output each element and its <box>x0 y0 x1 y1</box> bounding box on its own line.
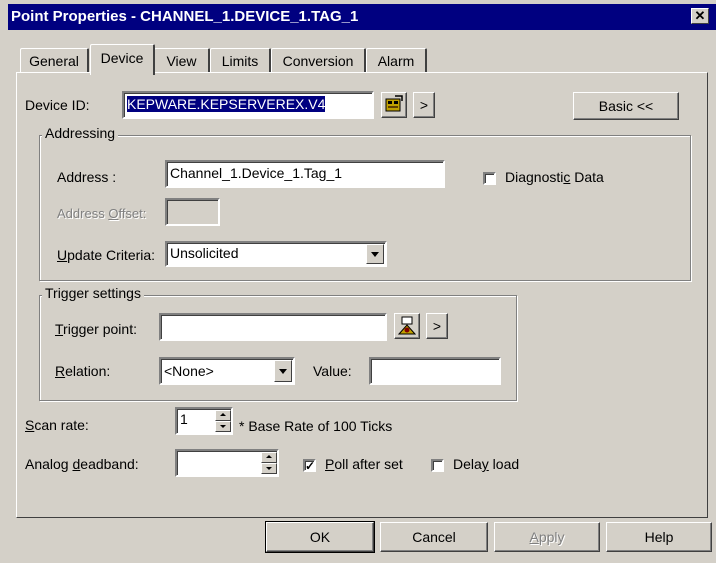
delay-load-checkbox[interactable] <box>431 459 444 472</box>
help-button-label: Help <box>644 529 674 545</box>
update-criteria-value: Unsolicited <box>170 245 239 261</box>
poll-after-set-label: Poll after set <box>325 456 403 472</box>
device-tab-panel: Device ID: KEPWARE.KEPSERVEREX.V4 > Basi… <box>16 72 708 518</box>
arrow-up-icon <box>220 413 226 416</box>
update-criteria-select[interactable]: Unsolicited <box>165 241 387 267</box>
device-more-glyph: > <box>419 97 429 113</box>
update-criteria-label: Update Criteria: <box>57 247 156 263</box>
trigger-browse-button[interactable] <box>394 313 420 339</box>
apply-button-label: Apply <box>529 529 565 545</box>
trigger-more-glyph: > <box>432 318 442 334</box>
checkmark-icon: ✓ <box>305 459 316 473</box>
spin-down-button[interactable] <box>215 421 231 432</box>
device-browse-icon <box>385 95 403 112</box>
arrow-up-icon <box>266 455 272 458</box>
tab-device-label: Device <box>100 50 144 66</box>
relation-value: <None> <box>164 363 214 379</box>
tab-alarm[interactable]: Alarm <box>366 48 427 73</box>
address-label: Address : <box>57 169 117 185</box>
tab-general-label: General <box>29 53 79 69</box>
spin-down-button[interactable] <box>261 463 277 474</box>
address-value: Channel_1.Device_1.Tag_1 <box>170 165 343 181</box>
scan-rate-label: Scan rate: <box>25 417 89 433</box>
analog-deadband-label: Analog deadband: <box>25 456 139 472</box>
window-title: Point Properties - CHANNEL_1.DEVICE_1.TA… <box>11 8 359 25</box>
arrow-down-icon <box>220 425 226 428</box>
relation-label: Relation: <box>55 363 111 379</box>
chevron-down-icon <box>279 369 287 374</box>
device-browse-button[interactable] <box>381 92 407 118</box>
ok-button-label: OK <box>309 529 331 545</box>
poll-after-set-checkbox[interactable]: ✓ <box>303 459 316 472</box>
address-offset-input[interactable] <box>165 198 220 226</box>
relation-dropdown-button[interactable] <box>274 360 292 382</box>
close-button[interactable]: ✕ <box>691 8 709 24</box>
tab-view[interactable]: View <box>154 48 210 73</box>
addressing-group-title: Addressing <box>42 125 119 141</box>
help-button[interactable]: Help <box>606 522 712 552</box>
close-icon: ✕ <box>694 8 706 23</box>
device-id-input[interactable]: KEPWARE.KEPSERVEREX.V4 <box>122 91 374 119</box>
diagnostic-data-checkbox[interactable] <box>483 172 496 185</box>
scan-rate-value: 1 <box>180 411 188 427</box>
trigger-value-input[interactable] <box>369 357 501 385</box>
tab-view-label: View <box>166 53 197 69</box>
trigger-value-label: Value: <box>313 363 352 379</box>
device-id-value: KEPWARE.KEPSERVEREX.V4 <box>127 96 326 112</box>
tab-device[interactable]: Device <box>90 44 155 75</box>
tab-limits[interactable]: Limits <box>210 48 271 73</box>
update-criteria-dropdown-button[interactable] <box>366 244 384 264</box>
basic-toggle-label: Basic << <box>598 98 654 114</box>
tab-alarm-label: Alarm <box>377 53 415 69</box>
tab-limits-label: Limits <box>221 53 259 69</box>
arrow-down-icon <box>266 467 272 470</box>
tab-conversion-label: Conversion <box>282 53 354 69</box>
tab-conversion[interactable]: Conversion <box>271 48 366 73</box>
tag-browse-icon <box>397 316 417 335</box>
diagnostic-data-label: Diagnostic Data <box>505 169 604 185</box>
basic-toggle-button[interactable]: Basic << <box>573 92 679 120</box>
scan-rate-spinner[interactable] <box>215 410 231 432</box>
address-input[interactable]: Channel_1.Device_1.Tag_1 <box>165 160 445 188</box>
title-bar[interactable]: Point Properties - CHANNEL_1.DEVICE_1.TA… <box>8 4 716 30</box>
cancel-button[interactable]: Cancel <box>380 522 488 552</box>
device-id-label: Device ID: <box>25 97 90 113</box>
point-properties-dialog: Point Properties - CHANNEL_1.DEVICE_1.TA… <box>0 0 716 563</box>
ok-button[interactable]: OK <box>265 521 375 553</box>
trigger-settings-group <box>39 295 517 401</box>
trigger-point-label: Trigger point: <box>55 321 137 337</box>
delay-load-label: Delay load <box>453 456 520 472</box>
spin-up-button[interactable] <box>215 410 231 421</box>
device-more-button[interactable]: > <box>413 92 435 118</box>
relation-select[interactable]: <None> <box>159 357 295 385</box>
trigger-point-input[interactable] <box>159 313 387 341</box>
scan-rate-note: * Base Rate of 100 Ticks <box>239 418 393 434</box>
trigger-settings-group-title: Trigger settings <box>42 285 144 301</box>
analog-deadband-input[interactable] <box>175 449 279 477</box>
apply-button[interactable]: Apply <box>494 522 600 552</box>
tab-general[interactable]: General <box>20 48 89 73</box>
scan-rate-input[interactable]: 1 <box>175 407 233 435</box>
address-offset-label: Address Offset: <box>57 206 147 221</box>
deadband-spinner[interactable] <box>261 452 277 474</box>
chevron-down-icon <box>371 252 379 257</box>
cancel-button-label: Cancel <box>412 529 456 545</box>
spin-up-button[interactable] <box>261 452 277 463</box>
trigger-more-button[interactable]: > <box>426 313 448 339</box>
